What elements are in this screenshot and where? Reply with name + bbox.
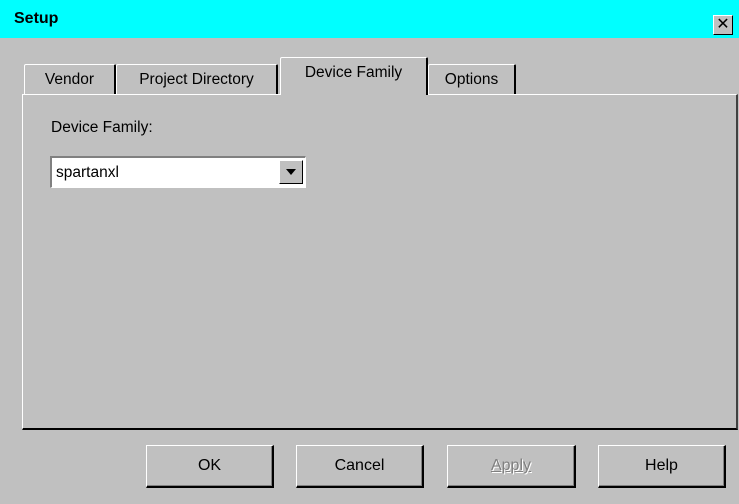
cancel-button[interactable]: Cancel [296, 445, 424, 488]
close-icon: ✕ [716, 16, 730, 33]
tab-device-family[interactable]: Device Family [280, 57, 428, 95]
tab-vendor-label: Vendor [44, 70, 95, 88]
device-family-tab-page: Device Family: spartanxl [22, 94, 738, 430]
apply-button-label: Apply [490, 457, 532, 474]
tab-options[interactable]: Options [428, 64, 516, 94]
window-title: Setup [14, 10, 59, 27]
cancel-button-label: Cancel [334, 457, 385, 474]
tab-device-family-label: Device Family [304, 63, 403, 81]
close-button[interactable]: ✕ [713, 15, 733, 35]
tab-project-directory-label: Project Directory [139, 70, 254, 88]
ok-button-label: OK [197, 457, 222, 474]
device-family-label: Device Family: [51, 119, 153, 136]
tab-vendor[interactable]: Vendor [24, 64, 116, 94]
help-button-label: Help [645, 457, 678, 474]
title-bar[interactable]: Setup ✕ [0, 0, 739, 38]
help-button[interactable]: Help [598, 445, 726, 488]
tab-project-directory[interactable]: Project Directory [116, 64, 278, 94]
apply-button[interactable]: Apply [447, 445, 576, 488]
chevron-down-icon [286, 169, 296, 175]
device-family-selected-value: spartanxl [56, 164, 119, 181]
tab-options-label: Options [444, 70, 499, 88]
ok-button[interactable]: OK [146, 445, 274, 488]
dropdown-button[interactable] [279, 160, 303, 184]
device-family-combobox[interactable]: spartanxl [50, 156, 306, 188]
